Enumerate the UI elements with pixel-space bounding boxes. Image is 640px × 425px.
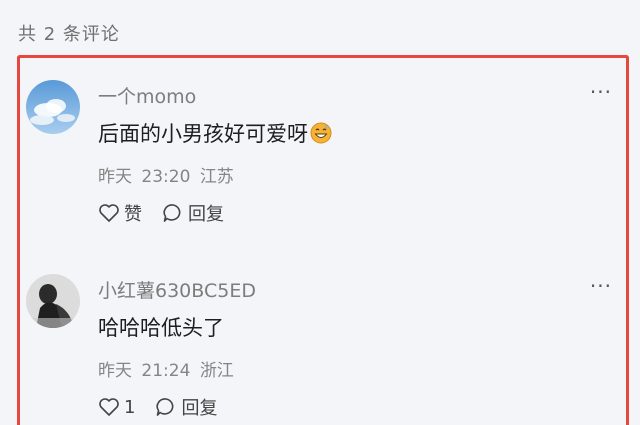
username[interactable]: 小红薯630BC5ED	[98, 276, 256, 303]
more-options-icon[interactable]: ···	[590, 80, 612, 104]
comment-text: 后面的小男孩好可爱呀	[98, 118, 332, 149]
comment-time: 21:24	[141, 361, 191, 381]
more-options-icon[interactable]: ···	[590, 274, 612, 298]
like-button[interactable]: 赞	[98, 200, 142, 226]
person-photo-avatar-image	[26, 274, 80, 328]
like-button[interactable]: 1	[98, 397, 135, 418]
comment-actions: 赞 回复	[98, 200, 244, 226]
reply-label: 回复	[181, 398, 218, 419]
grinning-face-with-sweat-icon	[310, 122, 332, 149]
comment-date: 昨天	[98, 167, 132, 187]
like-label: 赞	[124, 204, 142, 225]
comment-text: 哈哈哈低头了	[98, 316, 224, 340]
heart-icon	[99, 204, 119, 222]
comment-meta: 昨天 21:24 浙江	[98, 356, 234, 381]
like-count: 1	[124, 396, 136, 418]
reply-button[interactable]: 回复	[162, 200, 224, 226]
comment-actions: 1 回复	[98, 394, 237, 420]
comment-location: 浙江	[199, 361, 234, 381]
comment-location: 江苏	[199, 167, 234, 187]
comment-meta: 昨天 23:20 江苏	[98, 162, 234, 187]
comment-list: 一个momo ··· 后面的小男孩好可爱呀 昨天 23:20 江苏 赞 回复 小…	[17, 55, 629, 425]
comment-time: 23:20	[141, 167, 191, 187]
avatar[interactable]	[26, 274, 80, 328]
speech-bubble-icon	[156, 398, 174, 416]
username[interactable]: 一个momo	[98, 82, 196, 109]
comment-date: 昨天	[98, 361, 132, 381]
reply-button[interactable]: 回复	[155, 394, 217, 420]
comment-text-body: 后面的小男孩好可爱呀	[98, 122, 308, 146]
heart-icon	[99, 398, 119, 416]
speech-bubble-icon	[163, 204, 181, 222]
sky-clouds-avatar-image	[26, 80, 80, 134]
reply-label: 回复	[188, 204, 224, 225]
avatar[interactable]	[26, 80, 80, 134]
comment-count-header: 共 2 条评论	[18, 24, 120, 45]
